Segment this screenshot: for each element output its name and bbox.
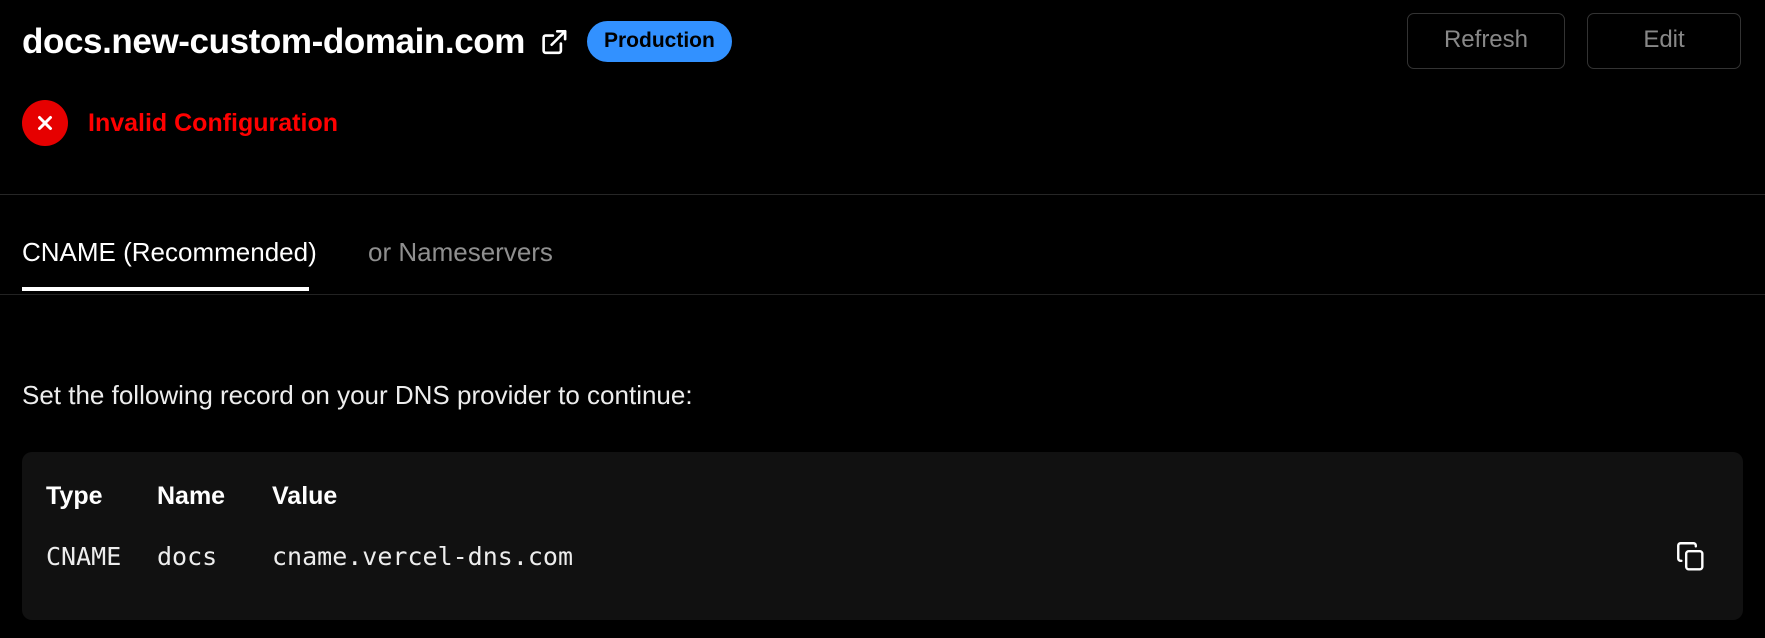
status-message: Invalid Configuration <box>88 108 338 137</box>
dns-record-table: Type Name Value CNAME docs cname.vercel-… <box>22 452 1743 590</box>
table-body: CNAME docs cname.vercel-dns.com <box>22 522 1743 590</box>
page-header: docs.new-custom-domain.com Production Re… <box>0 0 1765 82</box>
domain-configuration-panel: docs.new-custom-domain.com Production Re… <box>0 0 1765 638</box>
error-circle-x-icon <box>22 100 68 146</box>
table-header-row: Type Name Value <box>22 452 1743 522</box>
column-header-name: Name <box>157 481 226 510</box>
cell-copy-action <box>1623 522 1743 590</box>
cell-record-value: cname.vercel-dns.com <box>272 541 574 571</box>
status-badge: Production <box>587 20 732 62</box>
page-title: docs.new-custom-domain.com <box>22 21 525 61</box>
column-header-type: Type <box>46 481 103 510</box>
copy-icon[interactable] <box>1671 536 1711 576</box>
instruction-text: Set the following record on your DNS pro… <box>22 380 693 410</box>
header-actions: Refresh Edit <box>1407 13 1741 69</box>
column-header-value: Value <box>272 481 338 510</box>
column-header-actions <box>1623 452 1743 522</box>
cell-record-type: CNAME <box>46 541 122 571</box>
dns-record-card: Type Name Value CNAME docs cname.vercel-… <box>22 452 1743 620</box>
header-divider <box>0 194 1765 195</box>
tab-nameservers[interactable]: or Nameservers <box>368 239 553 291</box>
refresh-button[interactable]: Refresh <box>1407 13 1565 69</box>
external-link-icon[interactable] <box>537 25 571 59</box>
table-header: Type Name Value <box>22 452 1743 522</box>
cell-record-name: docs <box>157 541 218 571</box>
configuration-status: Invalid Configuration <box>22 100 338 146</box>
record-type-tabs: CNAME (Recommended) or Nameservers <box>22 239 553 291</box>
domain-title-group: docs.new-custom-domain.com Production <box>22 20 1407 62</box>
edit-button[interactable]: Edit <box>1587 13 1741 69</box>
tabs-divider <box>0 294 1765 295</box>
tab-cname-recommended[interactable]: CNAME (Recommended) <box>22 239 330 291</box>
table-row: CNAME docs cname.vercel-dns.com <box>22 522 1743 590</box>
